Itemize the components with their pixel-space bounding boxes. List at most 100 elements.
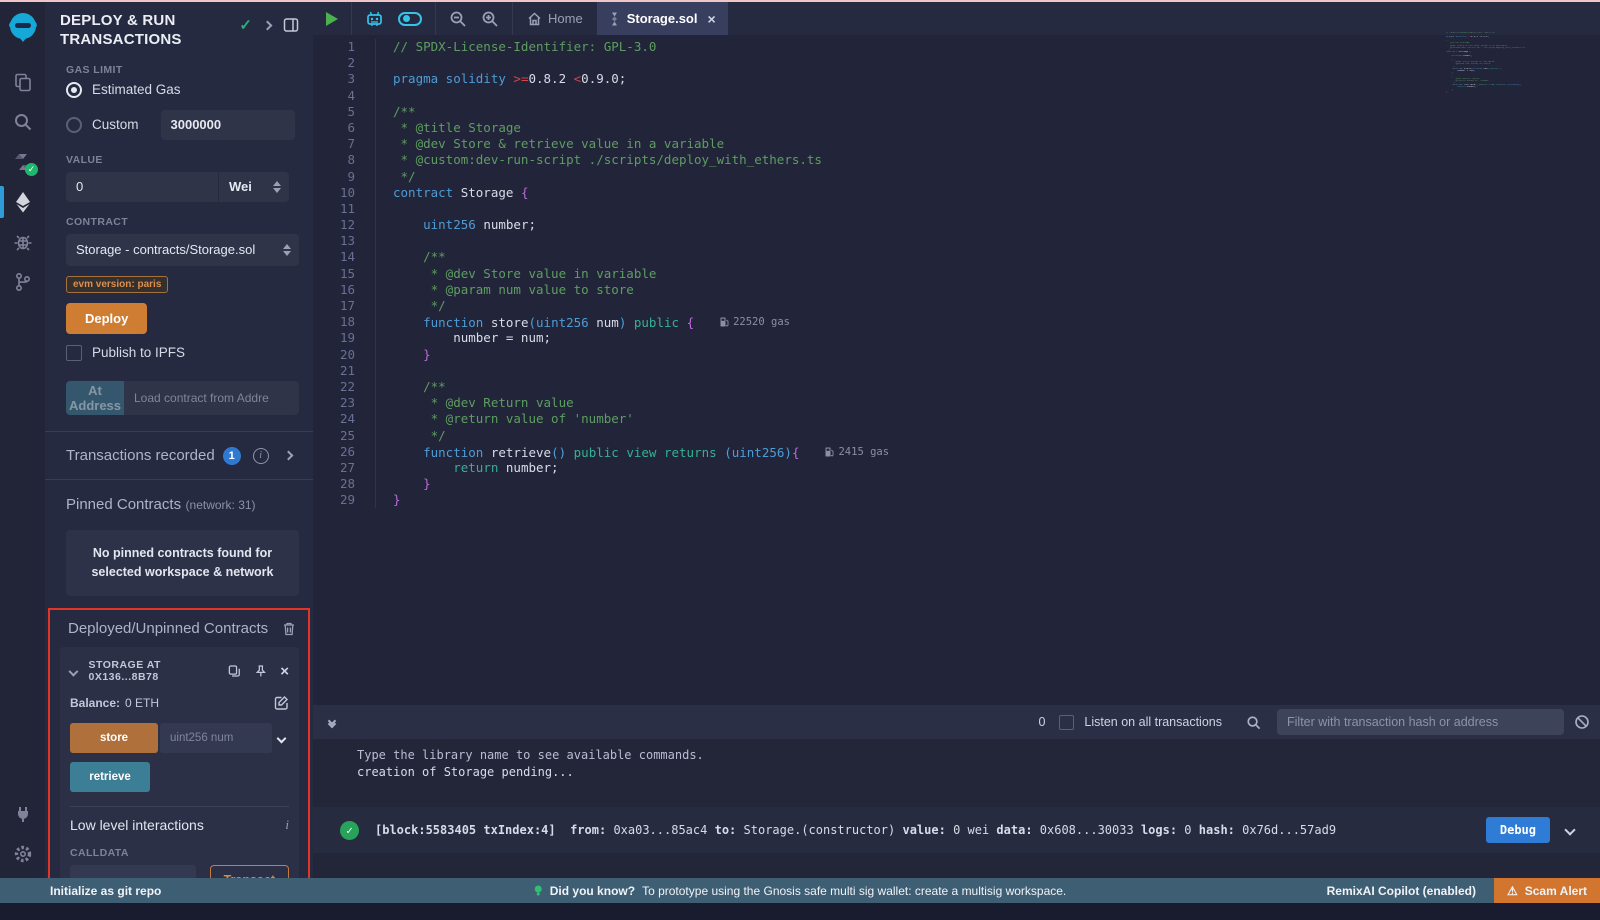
tx-filter-input[interactable] bbox=[1277, 709, 1564, 735]
pinned-contracts-title: Pinned Contracts (network: 31) bbox=[66, 496, 299, 514]
code-line: 11 bbox=[313, 201, 1600, 217]
line-number: 23 bbox=[313, 395, 375, 411]
chevron-right-icon[interactable] bbox=[263, 20, 273, 30]
ai-copilot-robot-icon[interactable] bbox=[365, 10, 384, 28]
transactions-recorded-row[interactable]: Transactions recorded 1 i bbox=[60, 432, 299, 479]
store-arg-input[interactable] bbox=[160, 723, 272, 753]
at-address-button[interactable]: At Address bbox=[66, 381, 124, 415]
estimated-gas-radio[interactable] bbox=[66, 82, 82, 98]
code-editor[interactable]: 1// SPDX-License-Identifier: GPL-3.023pr… bbox=[313, 35, 1600, 508]
transact-button[interactable]: Transact bbox=[210, 865, 289, 878]
tx-success-icon: ✓ bbox=[340, 821, 359, 840]
code-line: 14 /** bbox=[313, 249, 1600, 265]
value-input[interactable] bbox=[66, 172, 218, 202]
scam-alert-button[interactable]: ⚠ Scam Alert bbox=[1494, 878, 1600, 903]
custom-gas-input[interactable] bbox=[161, 110, 295, 140]
code-line: 15 * @dev Store value in variable bbox=[313, 266, 1600, 282]
line-number: 14 bbox=[313, 249, 375, 265]
file-explorer-icon[interactable] bbox=[0, 62, 45, 102]
line-number: 2 bbox=[313, 55, 375, 71]
pin-panel-icon[interactable] bbox=[283, 17, 299, 33]
code-line: 22 /** bbox=[313, 379, 1600, 395]
value-unit-select[interactable]: Wei bbox=[219, 172, 289, 202]
search-icon[interactable] bbox=[0, 102, 45, 142]
info-icon[interactable]: i bbox=[285, 817, 289, 833]
listen-all-label: Listen on all transactions bbox=[1084, 715, 1222, 729]
editor-minimap[interactable]: // SPDX-License-Identifier: GPL-3.0pragm… bbox=[1446, 32, 1532, 93]
network-label: (network: 31) bbox=[186, 498, 256, 512]
calldata-input[interactable] bbox=[70, 865, 196, 878]
copilot-status[interactable]: RemixAI Copilot (enabled) bbox=[1327, 884, 1476, 898]
zoom-out-icon[interactable] bbox=[449, 10, 467, 28]
code-line: 19 number = num; bbox=[313, 330, 1600, 346]
expand-args-icon[interactable] bbox=[277, 733, 287, 743]
editor-region: Home Storage.sol × 1// SPDX-License-Iden… bbox=[313, 2, 1600, 705]
remix-logo-icon[interactable] bbox=[4, 8, 42, 46]
git-init-status[interactable]: Initialize as git repo bbox=[0, 884, 161, 898]
line-number: 11 bbox=[313, 201, 375, 217]
close-icon[interactable]: × bbox=[280, 664, 289, 679]
chevron-down-icon[interactable] bbox=[68, 666, 78, 676]
minimap-line: * @custom:dev-run-script ./scripts/deplo… bbox=[1446, 47, 1532, 49]
code-line: 12 uint256 number; bbox=[313, 217, 1600, 233]
terminal-output[interactable]: Type the library name to see available c… bbox=[313, 739, 1600, 889]
git-icon[interactable] bbox=[0, 262, 45, 302]
chevron-right-icon[interactable] bbox=[283, 451, 293, 461]
gas-estimate-annotation: 22520 gas bbox=[720, 314, 790, 330]
at-address-input[interactable] bbox=[124, 381, 299, 415]
settings-icon[interactable] bbox=[0, 834, 45, 874]
store-function-button[interactable]: store bbox=[70, 723, 158, 753]
zoom-in-icon[interactable] bbox=[481, 10, 499, 28]
copilot-toggle-icon[interactable] bbox=[398, 12, 422, 26]
line-number: 20 bbox=[313, 347, 375, 363]
line-number: 8 bbox=[313, 152, 375, 168]
line-number: 15 bbox=[313, 266, 375, 282]
expand-tx-icon[interactable] bbox=[1566, 823, 1574, 837]
expand-terminal-icon[interactable] bbox=[329, 718, 335, 727]
estimated-gas-option[interactable]: Estimated Gas bbox=[66, 82, 299, 98]
solidity-file-icon bbox=[609, 12, 620, 26]
minimap-line: } bbox=[1446, 91, 1532, 93]
listen-all-checkbox[interactable] bbox=[1059, 715, 1074, 730]
deploy-run-icon[interactable] bbox=[0, 182, 45, 222]
tab-storage-sol[interactable]: Storage.sol × bbox=[597, 2, 728, 35]
code-line: 26 function retrieve() public view retur… bbox=[313, 444, 1600, 460]
stepper-arrows-icon bbox=[275, 244, 291, 256]
close-tab-icon[interactable]: × bbox=[707, 11, 715, 27]
debug-button[interactable]: Debug bbox=[1486, 817, 1550, 843]
pinned-empty-message: No pinned contracts found for selected w… bbox=[66, 530, 299, 597]
line-number: 10 bbox=[313, 185, 375, 201]
info-icon[interactable]: i bbox=[253, 448, 269, 464]
transactions-count-badge: 1 bbox=[223, 447, 241, 465]
run-script-icon[interactable] bbox=[326, 12, 338, 26]
code-line: 24 * @return value of 'number' bbox=[313, 411, 1600, 427]
plugin-manager-icon[interactable] bbox=[0, 794, 45, 834]
gas-estimate-annotation: 2415 gas bbox=[825, 444, 889, 460]
retrieve-function-button[interactable]: retrieve bbox=[70, 762, 150, 792]
line-number: 28 bbox=[313, 476, 375, 492]
pin-icon[interactable] bbox=[255, 664, 267, 678]
custom-gas-radio[interactable] bbox=[66, 117, 82, 133]
terminal-line: creation of Storage pending... bbox=[313, 764, 1600, 781]
publish-ipfs-checkbox[interactable] bbox=[66, 345, 82, 361]
copy-icon[interactable] bbox=[228, 664, 241, 678]
transaction-log-row[interactable]: ✓ [block:5583405 txIndex:4] from: 0xa03.… bbox=[313, 807, 1600, 853]
clear-console-icon[interactable] bbox=[1574, 714, 1590, 730]
solidity-compiler-icon[interactable]: ✓ bbox=[0, 142, 45, 182]
gas-limit-label: GAS LIMIT bbox=[66, 64, 299, 76]
line-number: 4 bbox=[313, 88, 375, 104]
contract-select[interactable]: Storage - contracts/Storage.sol bbox=[66, 234, 299, 266]
low-level-title: Low level interactions bbox=[70, 817, 204, 833]
line-number: 6 bbox=[313, 120, 375, 136]
edit-icon[interactable] bbox=[274, 695, 289, 710]
status-bar: Initialize as git repo Did you know? To … bbox=[0, 878, 1600, 903]
icon-rail: ✓ bbox=[0, 2, 45, 878]
remix-ide-window: ✓ bbox=[0, 0, 1600, 920]
debugger-icon[interactable] bbox=[0, 222, 45, 262]
code-line: 16 * @param num value to store bbox=[313, 282, 1600, 298]
tab-home[interactable]: Home bbox=[513, 2, 597, 35]
trash-icon[interactable] bbox=[282, 621, 296, 636]
line-number: 19 bbox=[313, 330, 375, 346]
deploy-button[interactable]: Deploy bbox=[66, 303, 147, 334]
code-line: 29} bbox=[313, 492, 1600, 508]
